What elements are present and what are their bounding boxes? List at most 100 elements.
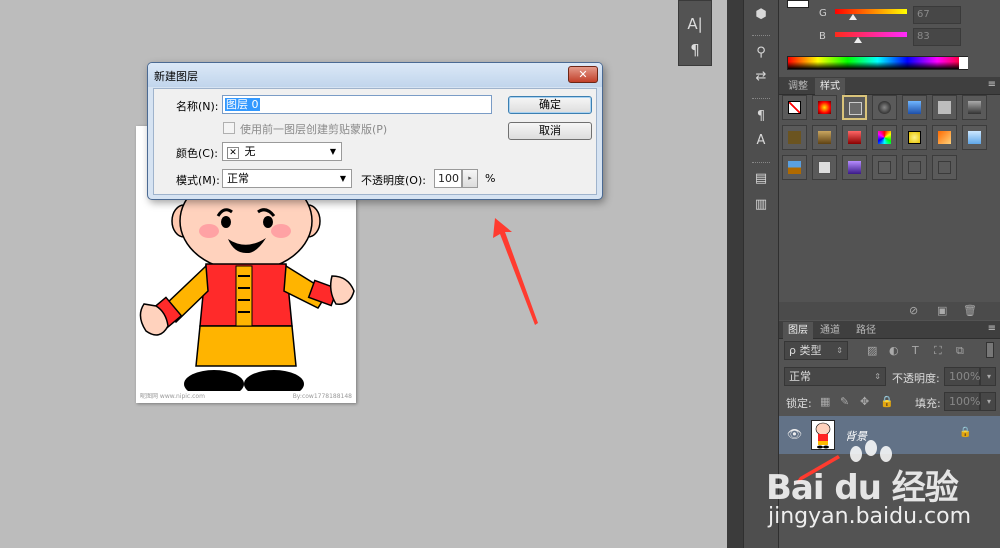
blend-mode-select[interactable]: 正常 ⇕: [784, 367, 886, 386]
b-slider-thumb[interactable]: [854, 37, 862, 43]
blend-mode-dialog-value: 正常: [227, 172, 249, 185]
type-filter-icon[interactable]: T: [912, 344, 919, 357]
layer-filter-select[interactable]: ρ 类型 ⇕: [784, 341, 848, 360]
clipping-mask-label: 使用前一图层创建剪贴蒙版(P): [240, 123, 388, 136]
shape-filter-icon[interactable]: ⛶: [934, 344, 942, 358]
tab-adjustments[interactable]: 调整: [783, 78, 813, 95]
style-swatch[interactable]: [902, 125, 927, 150]
baidu-watermark: Bai du 经验 jingyan.baidu.com: [766, 438, 996, 548]
strip-separator: [752, 162, 770, 164]
style-swatch[interactable]: [932, 125, 957, 150]
filter-toggle[interactable]: [986, 342, 994, 358]
style-swatch-none[interactable]: [782, 95, 807, 120]
layer-name-input[interactable]: 图层 0: [222, 95, 492, 114]
blend-mode-value: 正常: [789, 370, 811, 383]
dialog-body: 名称(N): 图层 0 确定 取消 使用前一图层创建剪贴蒙版(P) 颜色(C):…: [153, 88, 597, 195]
layer-fill-field[interactable]: 100%: [944, 392, 980, 411]
lock-position-icon[interactable]: ✥: [860, 395, 869, 408]
opacity-input[interactable]: 100: [434, 169, 462, 188]
tab-paths[interactable]: 路径: [851, 322, 881, 339]
style-swatch[interactable]: [872, 155, 897, 180]
style-swatch[interactable]: [782, 125, 807, 150]
color-spectrum[interactable]: [787, 56, 968, 70]
b-slider-label: B: [819, 31, 826, 42]
g-slider-thumb[interactable]: [849, 14, 857, 20]
style-swatch[interactable]: [872, 125, 897, 150]
layer-opacity-field[interactable]: 100%: [944, 367, 980, 386]
delete-style-icon[interactable]: 🗑: [963, 304, 977, 317]
properties-icon[interactable]: ▤: [751, 170, 771, 188]
ok-button[interactable]: 确定: [508, 96, 592, 114]
smart-object-filter-icon[interactable]: ⧉: [956, 344, 964, 358]
style-swatch[interactable]: [872, 95, 897, 120]
style-swatch[interactable]: [902, 95, 927, 120]
style-swatch[interactable]: [842, 125, 867, 150]
fill-dropdown[interactable]: ▾: [980, 392, 996, 411]
style-swatch[interactable]: [812, 95, 837, 120]
styles-tabbar: 调整 样式 ≡: [779, 77, 1000, 95]
panel-menu-icon[interactable]: ≡: [988, 323, 996, 334]
style-swatch[interactable]: [932, 155, 957, 180]
adjust-icon[interactable]: ⇄: [751, 68, 771, 86]
color-select[interactable]: ✕ 无 ▼: [222, 142, 342, 161]
chevron-down-icon: ▼: [339, 174, 346, 183]
chevron-down-icon: ▾: [986, 372, 991, 381]
spectrum-white-swatch[interactable]: [959, 57, 968, 69]
layers-tabbar: 图层 通道 路径 ≡: [779, 321, 1000, 339]
notes-icon[interactable]: ▥: [751, 196, 771, 214]
opacity-unit: %: [485, 172, 496, 185]
clear-style-icon[interactable]: ⊘: [909, 304, 918, 317]
tab-channels[interactable]: 通道: [815, 322, 845, 339]
canvas-footer: 昵图网 www.nipic.com By:cow1778188148: [136, 391, 356, 403]
clipping-mask-checkbox[interactable]: [223, 122, 235, 134]
style-swatch[interactable]: [902, 155, 927, 180]
g-slider-label: G: [819, 8, 827, 19]
foreground-swatch[interactable]: [787, 0, 809, 8]
tab-styles[interactable]: 样式: [815, 78, 845, 95]
no-color-icon: ✕: [227, 147, 239, 159]
dialog-titlebar[interactable]: 新建图层 ✕: [148, 63, 602, 87]
opacity-dropdown[interactable]: ▾: [980, 367, 996, 386]
chevron-down-icon: ▼: [329, 147, 336, 156]
style-swatch[interactable]: [962, 125, 987, 150]
chevron-updown-icon: ⇕: [836, 346, 843, 355]
close-button[interactable]: ✕: [568, 66, 598, 83]
panel-menu-icon[interactable]: ≡: [988, 79, 996, 90]
b-slider[interactable]: [835, 32, 907, 37]
style-swatch-selected[interactable]: [842, 95, 867, 120]
lock-all-icon[interactable]: 🔒: [880, 395, 894, 408]
lock-paint-icon[interactable]: ✎: [840, 395, 849, 408]
blend-mode-dialog-select[interactable]: 正常 ▼: [222, 169, 352, 188]
3d-icon[interactable]: ⬢: [751, 6, 771, 24]
brush-icon[interactable]: ⚲: [751, 44, 771, 62]
style-swatch[interactable]: [842, 155, 867, 180]
style-swatch[interactable]: [812, 125, 837, 150]
clone-source-icon[interactable]: ¶: [751, 108, 771, 126]
g-value-field[interactable]: 67: [913, 6, 961, 24]
layer-opacity-value: 100%: [949, 370, 981, 383]
color-label: 颜色(C):: [176, 147, 218, 160]
name-label: 名称(N):: [176, 100, 219, 113]
layer-lock-icon[interactable]: 🔒: [959, 427, 971, 438]
canvas-footer-left: 昵图网 www.nipic.com: [140, 393, 205, 400]
strip-separator: [752, 35, 770, 37]
style-swatch[interactable]: [812, 155, 837, 180]
dialog-title: 新建图层: [154, 70, 198, 83]
lock-transparent-icon[interactable]: ▦: [820, 395, 830, 408]
paragraph-icon[interactable]: ¶: [679, 41, 711, 59]
g-slider[interactable]: [835, 9, 907, 14]
adjustment-filter-icon[interactable]: ◐: [889, 344, 899, 357]
style-swatch[interactable]: [962, 95, 987, 120]
style-swatch[interactable]: [782, 155, 807, 180]
new-style-icon[interactable]: ▣: [937, 304, 947, 317]
tab-layers[interactable]: 图层: [783, 322, 813, 339]
cancel-button[interactable]: 取消: [508, 122, 592, 140]
character-icon[interactable]: A|: [679, 15, 711, 33]
b-value-field[interactable]: 83: [913, 28, 961, 46]
style-swatch[interactable]: [932, 95, 957, 120]
new-layer-dialog: 新建图层 ✕ 名称(N): 图层 0 确定 取消 使用前一图层创建剪贴蒙版(P)…: [147, 62, 603, 200]
chevron-updown-icon: ⇕: [874, 372, 881, 381]
pixel-filter-icon[interactable]: ▨: [867, 344, 877, 357]
glyph-icon[interactable]: A: [751, 132, 771, 150]
opacity-slider-button[interactable]: ▸: [462, 169, 478, 188]
